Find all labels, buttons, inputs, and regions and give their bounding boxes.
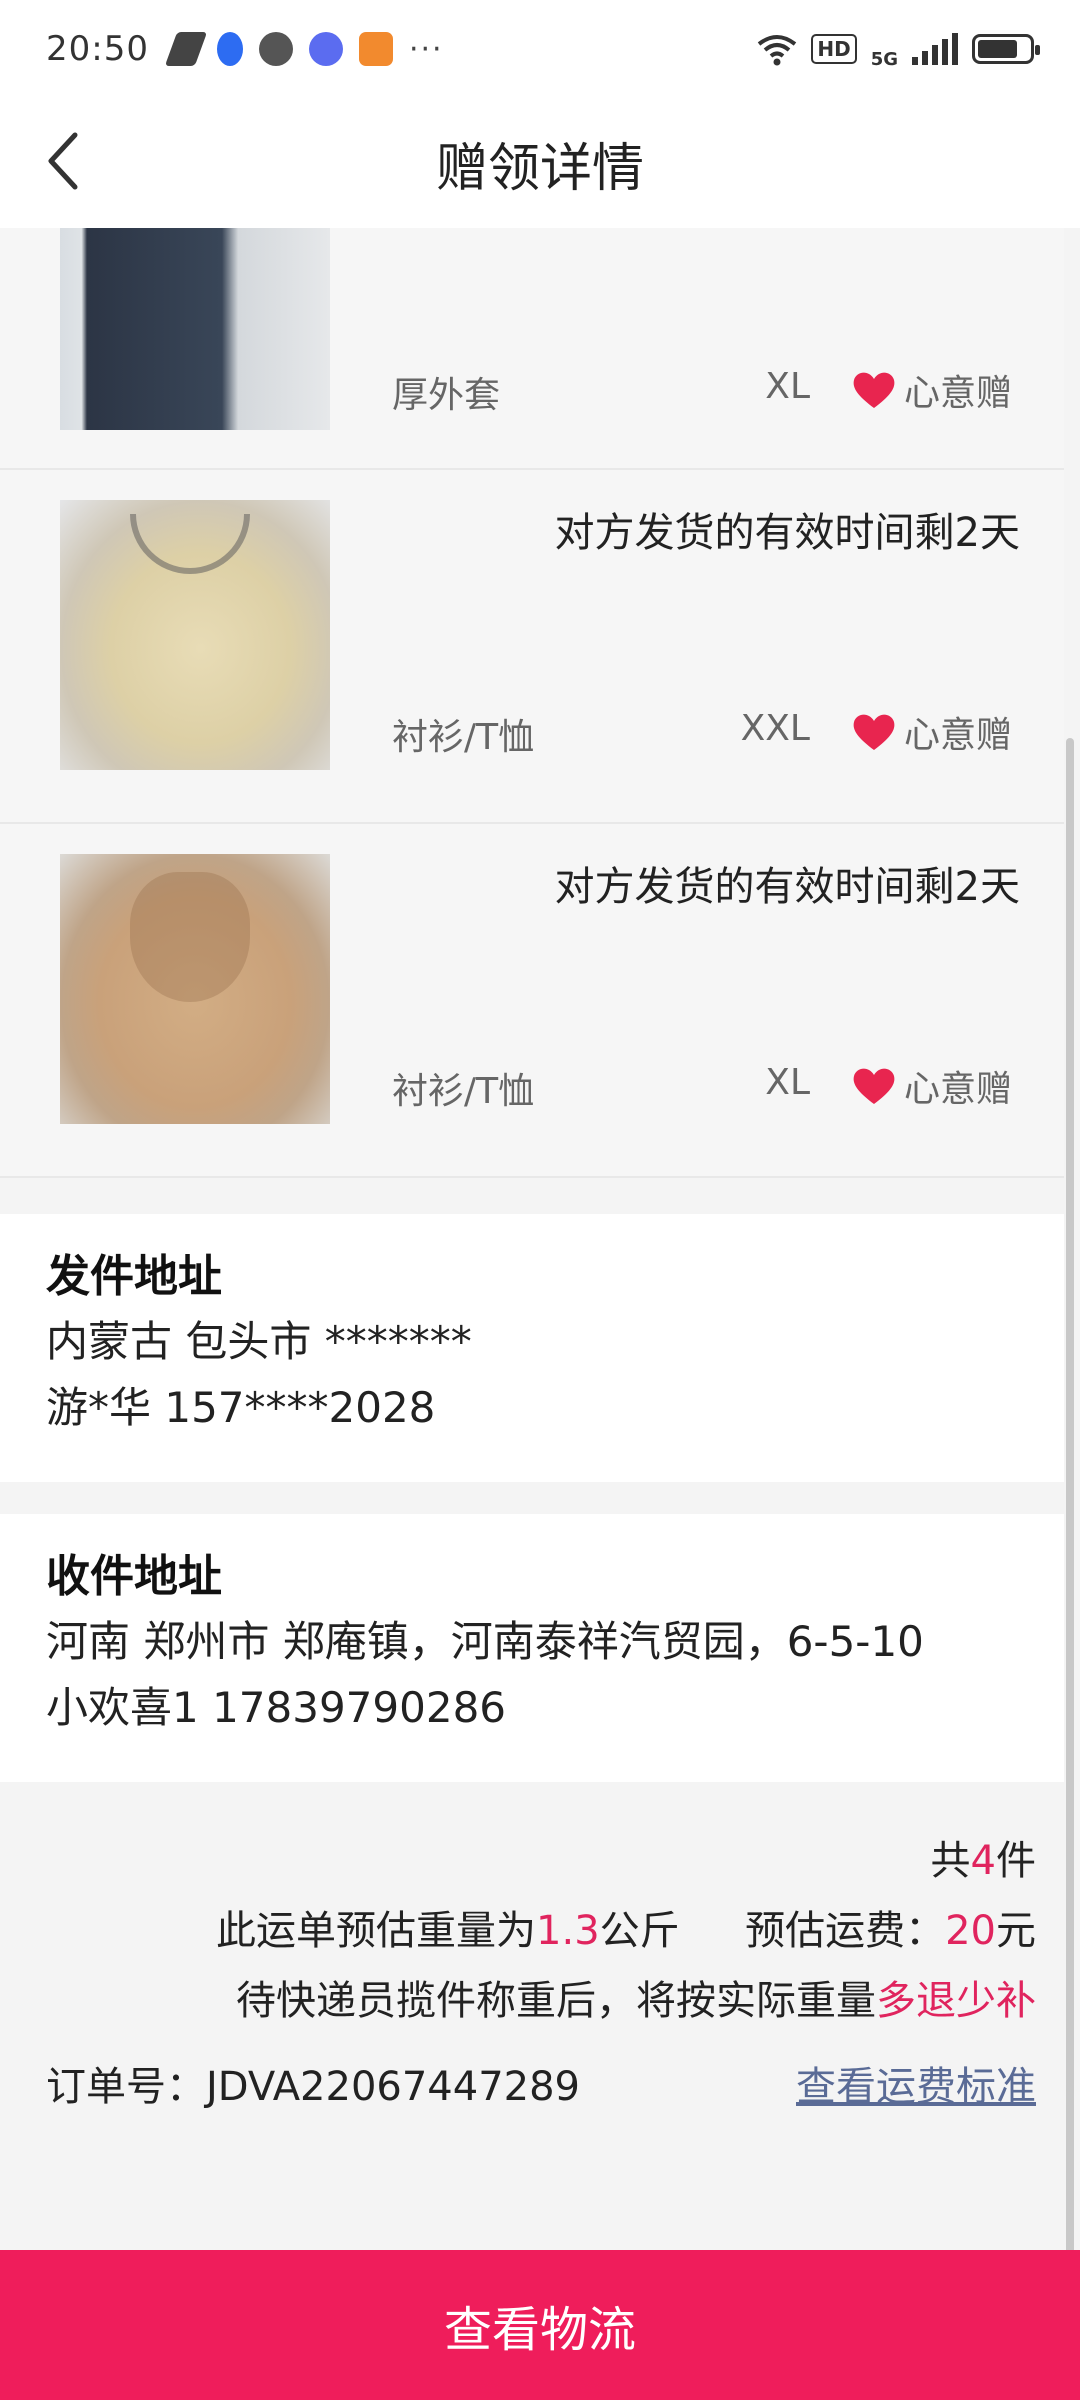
- more-notifications-icon: ···: [408, 31, 444, 67]
- item-count: 共4件: [930, 1838, 1036, 1884]
- chevron-left-icon: [48, 132, 78, 190]
- view-logistics-button[interactable]: 查看物流: [0, 2250, 1080, 2400]
- item-tag-label: 心意赠: [904, 373, 1013, 414]
- weight-fee-line: 此运单预估重量为1.3公斤 预估运费：20元: [216, 1908, 1036, 1954]
- sender-address-card: 发件地址 内蒙古 包头市 ******* 游*华 157****2028: [0, 1214, 1064, 1482]
- receiver-title: 收件地址: [46, 1551, 222, 1602]
- sender-contact: 游*华 157****2028: [46, 1383, 436, 1432]
- item-category: 衬衫/T恤: [392, 1071, 535, 1112]
- item-gift-tag: 心意赠: [852, 364, 1012, 416]
- fee-standard-link[interactable]: 查看运费标准: [796, 2054, 1036, 2112]
- baidu-icon: [216, 32, 243, 66]
- network-type: 5G: [870, 48, 898, 70]
- scrollbar[interactable]: [1066, 738, 1074, 2338]
- item-size: XL: [765, 366, 810, 407]
- gift-item[interactable]: 对方发货的有效时间剩2天 衬衫/T恤 XXL 心意赠: [0, 470, 1064, 824]
- estimated-fee: 20: [945, 1908, 996, 1954]
- order-number: 订单号：JDVA22067447289: [46, 2064, 581, 2110]
- item-tag-label: 心意赠: [904, 715, 1013, 756]
- video-icon: [358, 32, 393, 66]
- gift-item[interactable]: 对方发货的有效时间剩2天 衬衫/T恤 XL 心意赠: [0, 824, 1064, 1178]
- item-shipping-notice: 对方发货的有效时间剩2天: [554, 864, 1020, 910]
- item-thumbnail[interactable]: [60, 228, 330, 430]
- status-time: 20:50: [46, 29, 149, 69]
- receiver-contact: 小欢喜1 17839790286: [46, 1683, 507, 1732]
- gift-item[interactable]: 厚外套 XL 心意赠: [0, 228, 1064, 470]
- receiver-address-card: 收件地址 河南 郑州市 郑庵镇，河南泰祥汽贸园，6-5-10 小欢喜1 1783…: [0, 1514, 1064, 1782]
- hd-badge: HD: [811, 34, 857, 64]
- item-gift-tag: 心意赠: [852, 706, 1012, 758]
- sender-title: 发件地址: [46, 1251, 222, 1302]
- item-thumbnail[interactable]: [60, 854, 330, 1124]
- back-button[interactable]: [28, 126, 98, 196]
- item-category: 衬衫/T恤: [392, 717, 535, 758]
- refund-note-highlight: 多退少补: [876, 1978, 1036, 2024]
- item-shipping-notice: 对方发货的有效时间剩2天: [554, 510, 1020, 556]
- status-bar: 20:50 ··· HD 5G: [0, 0, 1080, 98]
- item-size: XL: [765, 1062, 810, 1103]
- page-title: 赠领详情: [435, 138, 644, 199]
- item-category: 厚外套: [392, 375, 501, 416]
- item-count-value: 4: [970, 1838, 996, 1884]
- heart-icon: [853, 1068, 895, 1104]
- item-size: XXL: [740, 708, 810, 749]
- item-tag-label: 心意赠: [904, 1069, 1013, 1110]
- estimated-weight: 1.3: [536, 1908, 600, 1954]
- sender-address: 内蒙古 包头市 *******: [46, 1317, 472, 1366]
- item-thumbnail[interactable]: [60, 500, 330, 770]
- signal-icon: [912, 33, 958, 65]
- receiver-address: 河南 郑州市 郑庵镇，河南泰祥汽贸园，6-5-10: [46, 1617, 924, 1666]
- shipping-summary: 共4件 此运单预估重量为1.3公斤 预估运费：20元 待快递员揽件称重后，将按实…: [0, 1782, 1064, 2250]
- wps-icon: [164, 32, 208, 66]
- heart-icon: [853, 714, 895, 750]
- weight-note: 待快递员揽件称重后，将按实际重量多退少补: [236, 1978, 1036, 2024]
- battery-icon: [972, 34, 1040, 64]
- header-bar: 赠领详情: [0, 98, 1080, 228]
- wechat-icon: [258, 32, 293, 66]
- item-gift-tag: 心意赠: [852, 1060, 1012, 1112]
- music-icon: [308, 32, 343, 66]
- wifi-icon: [758, 35, 797, 66]
- heart-icon: [853, 372, 895, 408]
- content-scroll-area[interactable]: 厚外套 XL 心意赠 对方发货的有效时间剩2天 衬衫/T恤 XXL 心意赠 对方…: [0, 228, 1064, 2250]
